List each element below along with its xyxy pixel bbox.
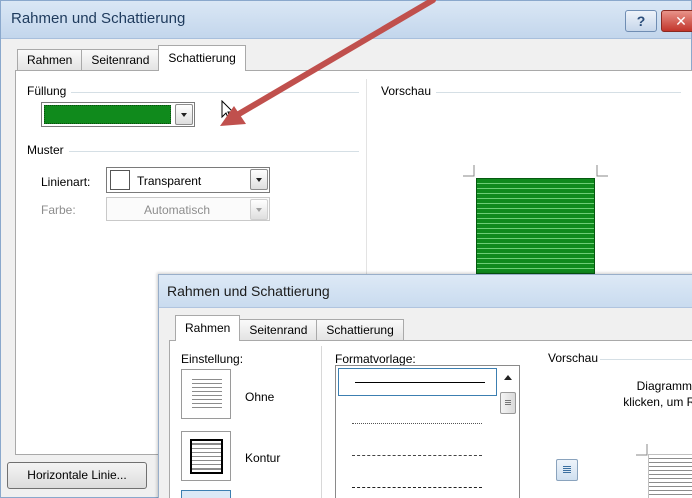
preview-hint-line: Diagramm o — [636, 379, 692, 393]
horizontal-line-button-label: Horizontale Linie... — [27, 468, 127, 482]
tab-label: Seitenrand — [249, 323, 308, 337]
tab-rahmen[interactable]: Rahmen — [17, 49, 83, 71]
fill-group-line — [27, 92, 359, 93]
scrollbar-thumb[interactable] — [500, 392, 516, 414]
tab-label: Schattierung — [326, 323, 394, 337]
tab-label: Rahmen — [185, 321, 231, 335]
pattern-color-value: Automatisch — [143, 203, 211, 217]
setting-shadow-icon[interactable] — [181, 490, 231, 498]
tab-label: Seitenrand — [91, 53, 150, 67]
setting-box-label[interactable]: Kontur — [245, 451, 280, 465]
preview-hint-line: klicken, um Ra — [623, 395, 692, 409]
style-dotted-line[interactable] — [352, 423, 482, 424]
style-longdash-line[interactable] — [352, 487, 482, 488]
scroll-up-icon[interactable] — [500, 369, 516, 387]
style-row-solid[interactable] — [338, 368, 497, 396]
dropdown-arrow-icon — [250, 199, 268, 220]
close-button[interactable]: ✕ — [661, 10, 692, 32]
front-dialog-title: Rahmen und Schattierung — [167, 283, 330, 299]
fill-color-dropdown[interactable] — [41, 102, 195, 127]
back-dialog-titlebar: Rahmen und Schattierung ? ✕ — [1, 1, 692, 39]
front-dialog-tabs: Rahmen Seitenrand Schattierung — [175, 315, 404, 341]
tab-rahmen[interactable]: Rahmen — [175, 315, 241, 341]
setting-none-icon[interactable] — [181, 369, 231, 419]
help-icon: ? — [636, 13, 646, 29]
back-dialog-tabs: Rahmen Seitenrand Schattierung — [17, 45, 246, 71]
pattern-group-line — [27, 151, 359, 152]
tab-schattierung[interactable]: Schattierung — [158, 45, 246, 71]
front-dialog-titlebar: Rahmen und Schattierung — [159, 275, 692, 308]
column-divider — [321, 346, 322, 498]
tab-label: Rahmen — [27, 53, 73, 67]
preview-corner-mark — [463, 165, 475, 177]
front-preview-line — [600, 359, 692, 360]
preview-corner-mark — [636, 444, 648, 456]
setting-label: Einstellung: — [181, 352, 244, 366]
preview-group-label: Vorschau — [381, 84, 437, 98]
top-border-toggle-button[interactable] — [556, 459, 578, 481]
linestyle-dropdown[interactable]: Transparent — [106, 167, 270, 193]
fill-color-swatch — [44, 105, 171, 124]
linestyle-swatch — [110, 170, 130, 190]
border-style-list[interactable] — [335, 365, 520, 498]
setting-box-lines — [190, 439, 223, 474]
horizontal-line-button[interactable]: Horizontale Linie... — [7, 462, 147, 489]
dropdown-arrow-icon[interactable] — [250, 169, 268, 190]
tab-seitenrand[interactable]: Seitenrand — [239, 319, 318, 341]
pattern-color-dropdown: Automatisch — [106, 197, 270, 221]
back-dialog-title: Rahmen und Schattierung — [11, 10, 186, 27]
tab-seitenrand[interactable]: Seitenrand — [81, 49, 160, 71]
setting-none-lines — [192, 379, 222, 411]
front-preview-page — [648, 454, 692, 498]
front-preview-label: Vorschau — [548, 351, 599, 365]
setting-none-label[interactable]: Ohne — [245, 390, 274, 404]
preview-hint: Diagramm o klicken, um Ra — [592, 378, 692, 410]
setting-box-icon[interactable] — [181, 431, 231, 481]
close-icon: ✕ — [675, 13, 687, 29]
preview-corner-mark — [596, 165, 608, 177]
fill-group-label: Füllung — [27, 84, 72, 98]
tab-label: Schattierung — [168, 51, 236, 65]
pattern-group-label: Muster — [27, 143, 69, 157]
style-label: Formatvorlage: — [335, 352, 416, 366]
shading-preview-box — [476, 178, 595, 274]
dropdown-arrow-icon[interactable] — [175, 104, 193, 125]
color-label: Farbe: — [41, 203, 76, 217]
style-solid-line — [355, 382, 485, 383]
tab-schattierung[interactable]: Schattierung — [316, 319, 404, 341]
linestyle-label: Linienart: — [41, 175, 91, 189]
style-dashed-line[interactable] — [352, 455, 482, 456]
linestyle-value: Transparent — [137, 174, 202, 188]
help-button[interactable]: ? — [625, 10, 657, 32]
mouse-cursor-icon — [221, 100, 235, 121]
